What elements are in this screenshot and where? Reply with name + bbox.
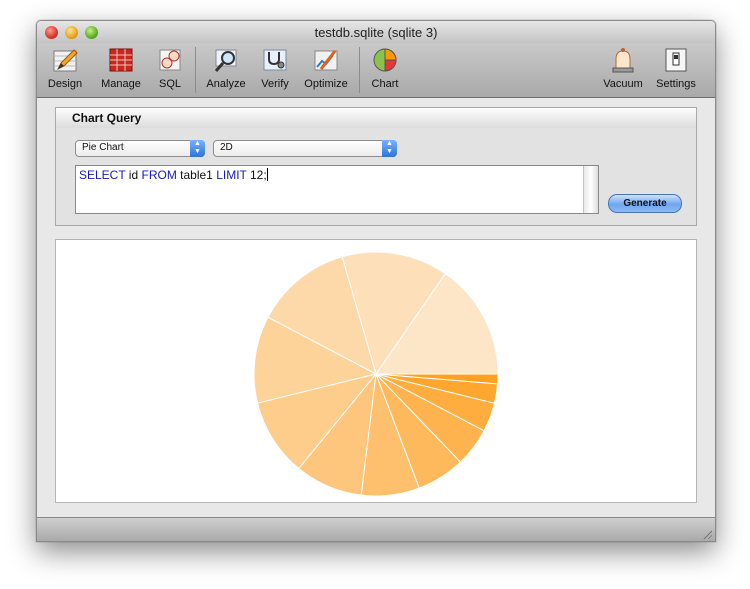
editor-scrollbar[interactable] — [583, 166, 598, 213]
dimension-value: 2D — [220, 142, 233, 153]
table-grid-icon — [108, 47, 134, 73]
updown-arrows-icon: ▲ ▼ — [382, 140, 397, 157]
sql-token: id — [125, 168, 142, 182]
toolbar-label: Vacuum — [603, 78, 643, 90]
toolbar-separator — [195, 47, 196, 93]
chart-type-value: Pie Chart — [82, 142, 124, 153]
sql-keyword: FROM — [141, 168, 177, 182]
toolbar-label: SQL — [158, 78, 181, 90]
chart-area — [55, 239, 697, 503]
toolbar-label: Analyze — [206, 78, 246, 90]
updown-arrows-icon: ▲ ▼ — [190, 140, 205, 157]
bell-jar-icon — [610, 47, 636, 73]
toolbar-label: Manage — [101, 78, 141, 90]
toolbar-label: Optimize — [304, 78, 348, 90]
stethoscope-icon — [262, 47, 288, 73]
toolbar-settings-button[interactable]: Settings — [655, 47, 697, 90]
title-bar[interactable]: testdb.sqlite (sqlite 3) — [37, 21, 715, 43]
toolbar-manage-button[interactable]: Manage — [99, 47, 143, 90]
toolbar-design-button[interactable]: Design — [45, 47, 85, 90]
magnifying-glass-icon — [213, 47, 239, 73]
chart-query-panel: Pie Chart ▲ ▼ 2D ▲ ▼ SELECT id FROM table1… — [55, 128, 697, 226]
toolbar-label: Chart — [371, 78, 399, 90]
switch-icon — [663, 47, 689, 73]
pie-chart-icon — [372, 47, 398, 73]
toolbar-verify-button[interactable]: Verify — [258, 47, 292, 90]
toolbar-separator — [359, 47, 360, 93]
toolbar-label: Verify — [261, 78, 289, 90]
toolbar-sql-button[interactable]: SQL — [154, 47, 186, 90]
status-bar — [37, 517, 715, 541]
sql-keyword: LIMIT — [216, 168, 247, 182]
chart-query-header: Chart Query — [55, 107, 697, 129]
app-window: testdb.sqlite (sqlite 3) Design Manage S… — [36, 20, 716, 542]
generate-button[interactable]: Generate — [608, 194, 682, 213]
sql-query-editor[interactable]: SELECT id FROM table1 LIMIT 12; — [75, 165, 599, 214]
toolbar-chart-button[interactable]: Chart — [367, 47, 403, 90]
wrench-icon — [313, 47, 339, 73]
text-caret — [266, 168, 268, 181]
toolbar: Design Manage SQL Analyze Verify Optimiz… — [37, 43, 715, 98]
toolbar-vacuum-button[interactable]: Vacuum — [602, 47, 644, 90]
toolbar-analyze-button[interactable]: Analyze — [203, 47, 249, 90]
toolbar-optimize-button[interactable]: Optimize — [302, 47, 350, 90]
pie-chart — [253, 251, 499, 497]
sql-keyword: SELECT — [79, 168, 126, 182]
sql-token: 12; — [246, 168, 267, 182]
chart-type-select[interactable]: Pie Chart ▲ ▼ — [75, 140, 205, 157]
sql-query-text: SELECT id FROM table1 LIMIT 12; — [79, 168, 268, 182]
magnifier-gear-icon — [157, 47, 183, 73]
toolbar-label: Design — [47, 78, 83, 90]
panel-title: Chart Query — [72, 111, 142, 125]
sql-token: table1 — [176, 168, 217, 182]
window-title: testdb.sqlite (sqlite 3) — [314, 25, 438, 40]
pencil-ruler-icon — [52, 47, 78, 73]
toolbar-label: Settings — [656, 78, 696, 90]
resize-grip-icon[interactable] — [702, 529, 712, 539]
dimension-select[interactable]: 2D ▲ ▼ — [213, 140, 397, 157]
